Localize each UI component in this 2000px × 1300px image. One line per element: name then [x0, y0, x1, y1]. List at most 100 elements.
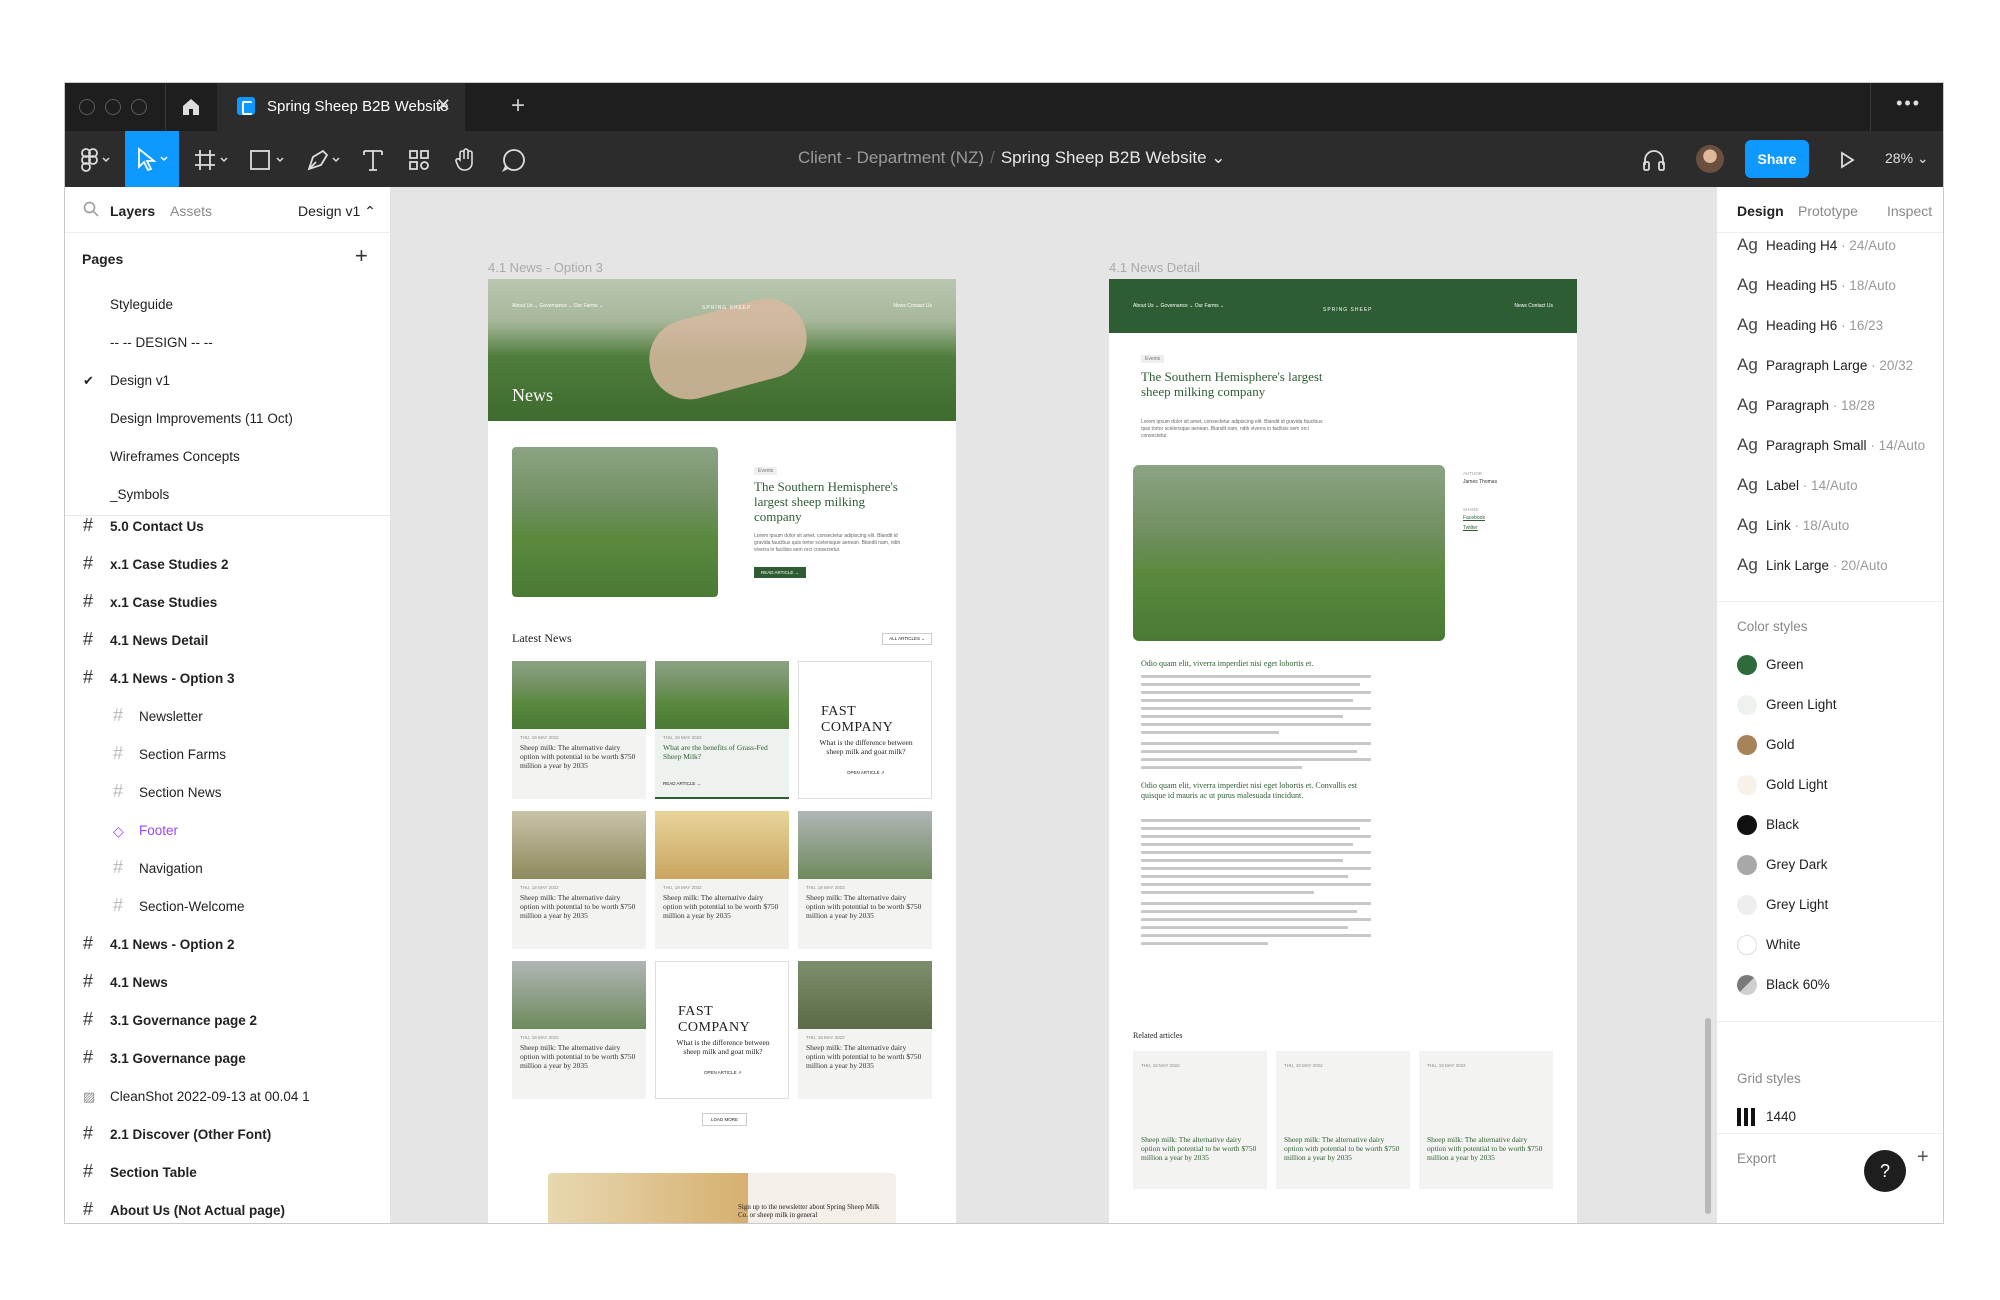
- page-item[interactable]: -- -- DESIGN -- --: [110, 335, 213, 350]
- news-card[interactable]: THU, 19 MAY 2022 Sheep milk: The alternat…: [512, 661, 646, 799]
- zoom-level[interactable]: 28% ⌄: [1885, 150, 1929, 167]
- layer-component[interactable]: ◇ Footer: [65, 817, 390, 847]
- page-item-active[interactable]: Design v1: [110, 373, 170, 388]
- nav-right-links[interactable]: News Contact Us: [893, 303, 932, 309]
- tab-prototype[interactable]: Prototype: [1798, 203, 1858, 219]
- pen-tool-icon[interactable]: [305, 147, 345, 173]
- press-card[interactable]: FAST COMPANY What is the difference betwe…: [798, 661, 932, 799]
- brand-logo[interactable]: SPRING SHEEP: [702, 305, 752, 311]
- layer-frame[interactable]: #5.0 Contact Us: [65, 513, 390, 543]
- resources-tool-icon[interactable]: [407, 147, 431, 173]
- layer-frame[interactable]: # x.1 Case Studies 2: [65, 551, 390, 581]
- text-style-item[interactable]: Ag Heading H4 · 24/Auto: [1737, 235, 1896, 263]
- page-item[interactable]: Wireframes Concepts: [110, 449, 240, 464]
- share-twitter-link[interactable]: Twitter: [1463, 525, 1478, 531]
- brand-logo[interactable]: SPRING SHEEP: [1323, 307, 1373, 313]
- breadcrumb-file[interactable]: Spring Sheep B2B Website ⌄: [1001, 148, 1226, 167]
- frame-tool-icon[interactable]: [193, 147, 233, 173]
- layer-frame[interactable]: # x.1 Case Studies: [65, 589, 390, 619]
- layer-frame[interactable]: # About Us (Not Actual page): [65, 1197, 390, 1223]
- news-card-hovered[interactable]: THU, 19 MAY 2022 What are the benefits of…: [655, 661, 789, 799]
- text-tool-icon[interactable]: [361, 147, 385, 173]
- layer-frame[interactable]: #3.1 Governance page: [65, 1045, 390, 1075]
- related-card[interactable]: THU, 19 MAY 2022 Sheep milk: The alternat…: [1133, 1051, 1267, 1189]
- news-card[interactable]: THU, 19 MAY 2022 Sheep milk: The alternat…: [798, 811, 932, 949]
- text-style-item[interactable]: Ag Link Large · 20/Auto: [1737, 555, 1888, 583]
- text-style-item[interactable]: Ag Paragraph Large · 20/32: [1737, 355, 1913, 383]
- news-card[interactable]: THU, 19 MAY 2022 Sheep milk: The alternat…: [798, 961, 932, 1099]
- help-button[interactable]: ?: [1864, 1150, 1906, 1192]
- layer-frame[interactable]: #4.1 News - Option 3: [65, 665, 390, 695]
- layers-panel-header: Layers Assets Design v1 ⌃: [65, 187, 390, 233]
- page-selector[interactable]: Design v1 ⌃: [298, 203, 376, 220]
- page-item[interactable]: Styleguide: [110, 297, 173, 312]
- tab-inspect[interactable]: Inspect: [1887, 203, 1932, 219]
- tab-design[interactable]: Design: [1737, 203, 1784, 219]
- audio-headphones-icon[interactable]: [1641, 147, 1667, 173]
- frame-label[interactable]: 4.1 News - Option 3: [488, 260, 603, 275]
- breadcrumb-team[interactable]: Client - Department (NZ): [798, 148, 984, 167]
- layer-frame[interactable]: #4.1 News: [65, 969, 390, 999]
- share-button[interactable]: Share: [1745, 140, 1809, 178]
- window-maximize-dot[interactable]: [131, 99, 147, 115]
- news-card[interactable]: THU, 19 MAY 2022 Sheep milk: The alternat…: [512, 961, 646, 1099]
- frame-news-option-3[interactable]: About Us ⌄ Governance ⌄ Our Farms ⌄ SPRI…: [488, 279, 956, 1223]
- layer-child[interactable]: # Section-Welcome: [65, 893, 390, 923]
- move-tool[interactable]: [125, 131, 179, 187]
- tab-assets[interactable]: Assets: [170, 203, 212, 219]
- text-style-item[interactable]: Ag Heading H6 · 16/23: [1737, 315, 1883, 343]
- layer-frame[interactable]: # Section Table: [65, 1159, 390, 1189]
- user-avatar[interactable]: [1696, 145, 1724, 173]
- nav-links[interactable]: About Us ⌄ Governance ⌄ Our Farms ⌄: [512, 303, 603, 309]
- close-tab-icon[interactable]: ✕: [436, 95, 451, 116]
- text-style-item[interactable]: Ag Paragraph Small · 14/Auto: [1737, 435, 1925, 463]
- related-card[interactable]: THU, 19 MAY 2022 Sheep milk: The alternat…: [1276, 1051, 1410, 1189]
- tab-layers[interactable]: Layers: [110, 203, 155, 219]
- layer-child[interactable]: # Navigation: [65, 855, 390, 885]
- frame-news-detail[interactable]: About Us ⌄ Governance ⌄ Our Farms ⌄ SPRI…: [1109, 279, 1577, 1223]
- page-item[interactable]: _Symbols: [110, 487, 169, 502]
- text-style-item[interactable]: Ag Paragraph · 18/28: [1737, 395, 1875, 423]
- comment-tool-icon[interactable]: [501, 147, 527, 173]
- add-export-button[interactable]: +: [1917, 1146, 1929, 1169]
- share-facebook-link[interactable]: Facebook: [1463, 515, 1485, 521]
- window-minimize-dot[interactable]: [105, 99, 121, 115]
- add-page-button[interactable]: +: [355, 243, 368, 269]
- more-options-icon[interactable]: •••: [1896, 93, 1921, 114]
- news-card[interactable]: THU, 19 MAY 2022 Sheep milk: The alternat…: [655, 811, 789, 949]
- load-more-button[interactable]: LOAD MORE: [702, 1113, 748, 1126]
- all-articles-dropdown[interactable]: ALL ARTICLES ⌄: [882, 633, 932, 645]
- home-icon[interactable]: [180, 96, 202, 118]
- layer-frame[interactable]: #2.1 Discover (Other Font): [65, 1121, 390, 1151]
- text-style-item[interactable]: Ag Label · 14/Auto: [1737, 475, 1858, 503]
- text-style-item[interactable]: Ag Heading H5 · 18/Auto: [1737, 275, 1896, 303]
- text-style-item[interactable]: Ag Link · 18/Auto: [1737, 515, 1849, 543]
- layer-frame[interactable]: #3.1 Governance page 2: [65, 1007, 390, 1037]
- present-play-icon[interactable]: [1837, 147, 1857, 173]
- file-tab[interactable]: Spring Sheep B2B Website ✕: [217, 83, 465, 131]
- canvas[interactable]: 4.1 News - Option 3 4.1 News Detail Abou…: [392, 187, 1715, 1223]
- press-card[interactable]: FAST COMPANY What is the difference betwe…: [655, 961, 789, 1099]
- feature-title[interactable]: The Southern Hemisphere's largest sheep …: [754, 479, 914, 524]
- nav-links[interactable]: About Us ⌄ Governance ⌄ Our Farms ⌄: [1133, 303, 1224, 309]
- window-close-dot[interactable]: [79, 99, 95, 115]
- nav-right-links[interactable]: News Contact Us: [1514, 303, 1553, 309]
- news-card[interactable]: THU, 19 MAY 2022 Sheep milk: The alternat…: [512, 811, 646, 949]
- layer-child[interactable]: # Section Farms: [65, 741, 390, 771]
- shape-tool-icon[interactable]: [249, 147, 289, 173]
- layer-image[interactable]: ▨ CleanShot 2022-09-13 at 00.04 1: [65, 1083, 390, 1113]
- grid-style-item[interactable]: 1440: [1766, 1109, 1796, 1124]
- page-item[interactable]: Design Improvements (11 Oct): [110, 411, 293, 426]
- related-card[interactable]: THU, 19 MAY 2022 Sheep milk: The alternat…: [1419, 1051, 1553, 1189]
- frame-label[interactable]: 4.1 News Detail: [1109, 260, 1200, 275]
- main-menu-figma-icon[interactable]: [79, 147, 115, 173]
- layer-child[interactable]: # Section News: [65, 779, 390, 809]
- new-tab-button[interactable]: +: [511, 92, 525, 120]
- read-article-button[interactable]: READ ARTICLE →: [754, 567, 807, 578]
- hand-tool-icon[interactable]: [453, 147, 479, 173]
- layer-frame[interactable]: #4.1 News Detail: [65, 627, 390, 657]
- layer-child[interactable]: # Newsletter: [65, 703, 390, 733]
- search-icon[interactable]: [83, 201, 99, 222]
- canvas-scrollbar[interactable]: [1705, 1018, 1711, 1214]
- layer-frame[interactable]: #4.1 News - Option 2: [65, 931, 390, 961]
